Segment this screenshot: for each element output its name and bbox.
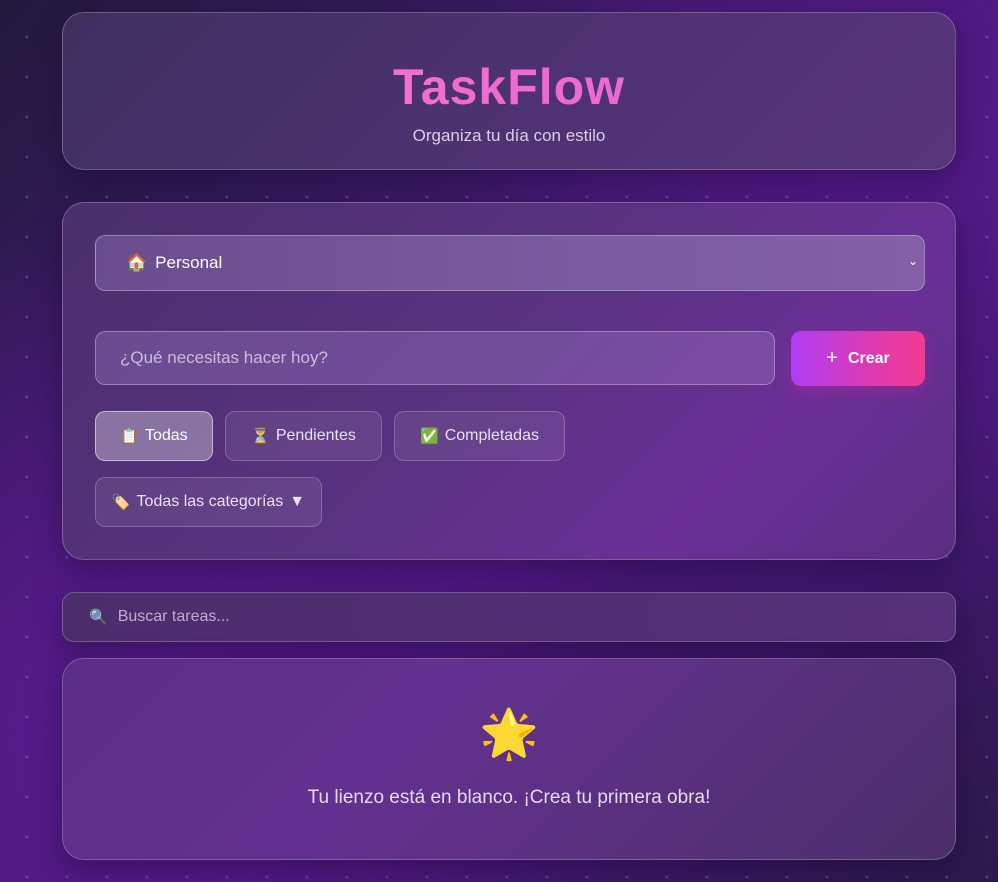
filter-completed-button[interactable]: ✅ Completadas — [394, 411, 565, 461]
check-box-icon: ✅ — [420, 428, 439, 445]
clipboard-icon: 📋 — [120, 428, 139, 445]
empty-state-card: 🌟 Tu lienzo está en blanco. ¡Crea tu pri… — [62, 658, 956, 860]
category-filter-dropdown[interactable]: 🏷️ Todas las categorías ▼ — [95, 477, 322, 527]
app-subtitle: Organiza tu día con estilo — [412, 126, 606, 145]
empty-state-message: Tu lienzo está en blanco. ¡Crea tu prime… — [307, 787, 711, 808]
task-form-panel: 🏠 Personal ⌄ + Crear 📋 Todas ⏳ Pendiente… — [62, 202, 956, 560]
app-header: TaskFlow Organiza tu día con estilo — [62, 12, 956, 170]
search-input[interactable] — [115, 607, 900, 627]
search-icon: 🔍 — [89, 609, 108, 626]
filter-all-button[interactable]: 📋 Todas — [95, 411, 213, 461]
search-bar: 🔍 — [62, 592, 956, 642]
plus-icon: + — [826, 347, 838, 369]
hourglass-icon: ⏳ — [251, 428, 270, 445]
task-input[interactable] — [95, 331, 775, 385]
filter-all-label: Todas — [144, 427, 188, 444]
create-button[interactable]: + Crear — [791, 331, 925, 386]
create-button-label: Crear — [847, 349, 890, 367]
tag-icon: 🏷️ — [111, 494, 131, 511]
star-icon: 🌟 — [479, 708, 539, 761]
category-select-value: Personal — [155, 253, 223, 272]
filter-pending-label: Pendientes — [275, 427, 356, 444]
category-select[interactable]: 🏠 Personal ⌄ — [95, 235, 925, 291]
caret-down-icon: ▼ — [289, 493, 306, 510]
filter-completed-label: Completadas — [444, 427, 539, 444]
category-filter-label: Todas las categorías — [136, 493, 284, 510]
app-title: TaskFlow — [63, 57, 955, 117]
chevron-down-icon: ⌄ — [907, 254, 918, 268]
house-icon: 🏠 — [126, 253, 148, 272]
filter-pending-button[interactable]: ⏳ Pendientes — [225, 411, 382, 461]
